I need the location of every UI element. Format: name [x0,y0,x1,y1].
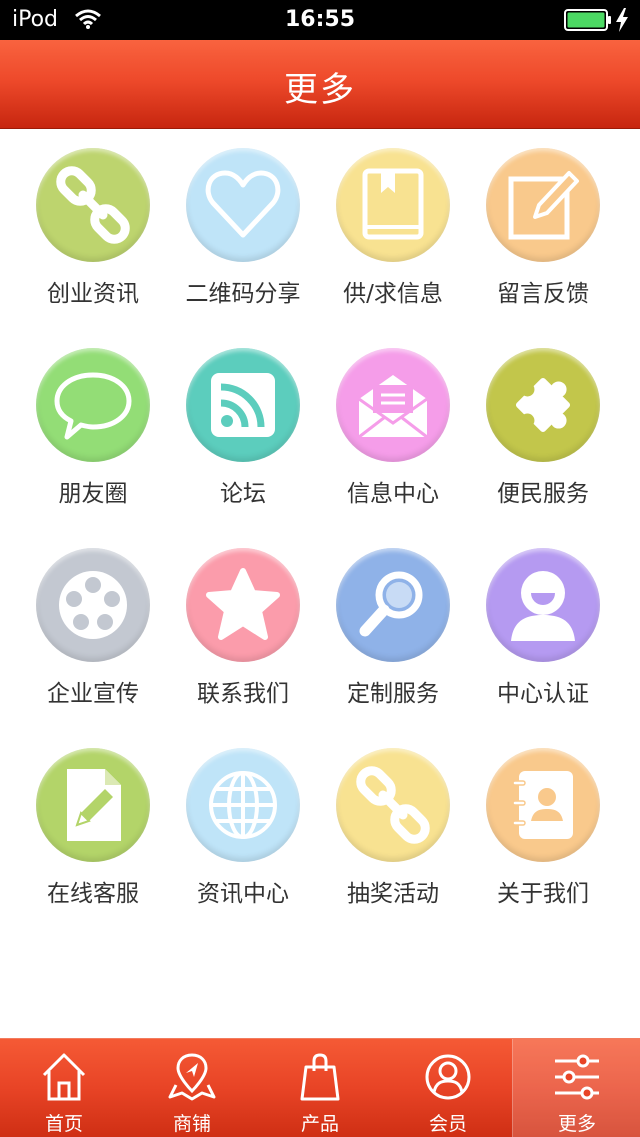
tab-label: 首页 [44,1113,83,1135]
tab-label: 更多 [557,1113,596,1135]
tab-products[interactable]: 产品 [256,1039,384,1137]
link-icon [336,748,450,862]
document-edit-icon [36,748,150,862]
grid-item-label: 联系我们 [197,681,289,707]
heart-icon [186,148,300,262]
tab-members[interactable]: 会员 [384,1039,512,1137]
grid-item-forum[interactable]: 论坛 [168,348,318,518]
grid-item-promotion[interactable]: 企业宣传 [18,548,168,718]
tab-home[interactable]: 首页 [0,1039,128,1137]
tab-label: 商铺 [172,1113,211,1135]
puzzle-icon [486,348,600,462]
rss-icon [186,348,300,462]
grid-item-label: 中心认证 [497,681,589,707]
grid-item-certification[interactable]: 中心认证 [468,548,618,718]
tab-shops[interactable]: 商铺 [128,1039,256,1137]
tab-more[interactable]: 更多 [512,1039,640,1137]
grid-item-label: 关于我们 [497,881,589,907]
user-circle-icon [425,1054,471,1100]
tab-label: 产品 [300,1113,339,1135]
tab-label: 会员 [428,1113,467,1135]
grid-item-label: 资讯中心 [197,881,289,907]
grid-item-lottery[interactable]: 抽奖活动 [318,748,468,918]
grid-item-label: 定制服务 [347,681,439,707]
grid-item-label: 便民服务 [497,481,589,507]
envelope-icon [336,348,450,462]
shopping-bag-icon [300,1053,340,1101]
grid-item-label: 在线客服 [47,881,139,907]
grid-item-label: 论坛 [220,481,266,507]
charging-icon [615,8,629,36]
grid-item-feedback[interactable]: 留言反馈 [468,148,618,318]
grid-item-label: 信息中心 [347,481,439,507]
grid-item-about-us[interactable]: 关于我们 [468,748,618,918]
clock: 16:55 [284,7,356,32]
grid-item-message-center[interactable]: 信息中心 [318,348,468,518]
battery-icon [564,9,612,35]
grid-item-contact-us[interactable]: 联系我们 [168,548,318,718]
grid-item-label: 创业资讯 [47,281,139,307]
grid-item-services[interactable]: 便民服务 [468,348,618,518]
film-reel-icon [36,548,150,662]
grid-item-news-center[interactable]: 资讯中心 [168,748,318,918]
grid-item-label: 留言反馈 [497,281,589,307]
grid-item-qr-share[interactable]: 二维码分享 [168,148,318,318]
chat-bubble-icon [36,348,150,462]
map-location-icon [168,1053,216,1101]
star-icon [186,548,300,662]
grid-item-startup-news[interactable]: 创业资讯 [18,148,168,318]
contacts-book-icon [486,748,600,862]
link-icon [36,148,150,262]
grid-item-label: 抽奖活动 [347,881,439,907]
user-icon [486,548,600,662]
grid-item-label: 朋友圈 [58,481,128,507]
page-title: 更多 [284,70,356,110]
grid-item-label: 企业宣传 [47,681,139,707]
globe-icon [186,748,300,862]
edit-icon [486,148,600,262]
tab-bar: 首页 商铺 产品 会员 更多 [0,1038,640,1137]
book-icon [336,148,450,262]
nav-bar: 更多 [0,40,640,129]
sliders-icon [555,1054,599,1100]
magnifier-icon [336,548,450,662]
grid-item-label: 二维码分享 [185,281,301,307]
home-icon [42,1053,86,1101]
status-bar: iPod 16:55 [0,0,640,40]
grid-item-moments[interactable]: 朋友圈 [18,348,168,518]
grid-item-online-service[interactable]: 在线客服 [18,748,168,918]
grid-item-label: 供/求信息 [343,281,443,307]
grid-item-custom-service[interactable]: 定制服务 [318,548,468,718]
grid-item-supply-demand[interactable]: 供/求信息 [318,148,468,318]
